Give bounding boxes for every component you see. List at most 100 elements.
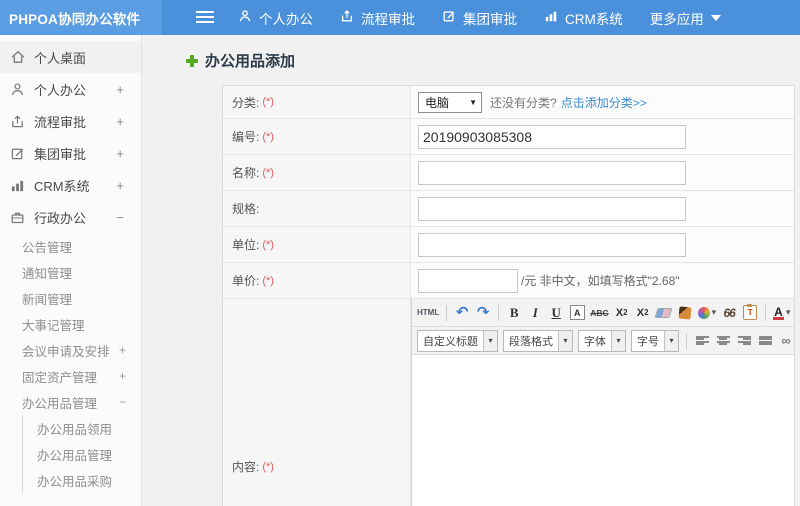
bold-icon[interactable]: B [506, 304, 522, 322]
category-select[interactable]: 电脑 ▼ [418, 91, 482, 113]
price-suffix: /元 非中文，如填写格式"2.68" [521, 274, 680, 288]
form-row-spec: 规格: [223, 191, 794, 227]
align-left-icon[interactable] [694, 332, 710, 350]
sidebar-subitem-label: 通知管理 [22, 266, 73, 281]
sidebar-subsubitem-label: 办公用品管理 [37, 448, 113, 463]
sidebar-item-desktop[interactable]: 个人桌面 [0, 41, 141, 73]
expand-sign: − [116, 209, 124, 225]
font-box-icon[interactable]: A [569, 304, 585, 322]
sidebar-subitem-label: 大事记管理 [22, 318, 85, 333]
superscript-icon[interactable]: X2 [614, 304, 630, 322]
price-input[interactable] [418, 268, 518, 293]
field-value-unit [411, 227, 794, 262]
align-center-icon[interactable] [715, 332, 731, 350]
italic-icon[interactable]: I [527, 304, 543, 322]
hamburger-icon[interactable] [196, 16, 214, 18]
html-source-button[interactable]: HTML [417, 304, 439, 322]
label-text: 名称: [232, 166, 260, 180]
sidebar-subitem-label: 会议申请及安排 [22, 344, 110, 359]
custom-title-dropdown[interactable]: 自定义标题 ▾ [417, 329, 498, 352]
field-label-spec: 规格: [223, 191, 411, 226]
top-bar: PHPOA协同办公软件 个人办公 流程审批 集团审批 CRM系统 更多应用 [0, 0, 800, 35]
sidebar-subitem-label: 新闻管理 [22, 292, 73, 307]
field-label-name: 名称: (*) [223, 155, 411, 190]
caret-down-icon: ▾ [711, 307, 717, 317]
caret-down-icon: ▾ [785, 307, 791, 317]
expand-sign: + [118, 369, 126, 383]
font-size-dropdown[interactable]: 字号 ▾ [631, 329, 679, 352]
label-text: 分类: [232, 95, 260, 110]
name-input[interactable] [418, 160, 686, 185]
sidebar-item-workflow-approval[interactable]: 流程审批 + [0, 105, 141, 137]
strikethrough-icon[interactable]: ABC [590, 304, 608, 322]
blockquote-icon[interactable]: 66 [721, 304, 737, 322]
sidebar-subitem-office-supplies[interactable]: 办公用品管理 − [0, 389, 141, 415]
paste-as-text-icon[interactable]: T [742, 304, 758, 322]
nav-more-apps[interactable]: 更多应用 [650, 8, 721, 28]
sidebar-subitem-notice[interactable]: 通知管理 [0, 259, 141, 285]
form-row-price: 单价: (*) /元 非中文，如填写格式"2.68" [223, 263, 794, 299]
form-row-content: 内容: (*) HTML ↶ ↷ B I U A ABC X 2 X 2 ▾ 6… [223, 299, 794, 506]
sidebar-subitem-label: 办公用品管理 [22, 396, 98, 411]
caret-down-icon: ▾ [611, 330, 625, 351]
nav-personal-office[interactable]: 个人办公 [238, 8, 313, 28]
sidebar-item-group-approval[interactable]: 集团审批 + [0, 137, 141, 169]
nav-workflow-approval[interactable]: 流程审批 [340, 8, 415, 28]
workflow-icon [340, 9, 354, 26]
editor-toolbar-row1: HTML ↶ ↷ B I U A ABC X2 X2 ▾ 66 T A ▾ [412, 299, 794, 327]
main-content: 办公用品添加 分类: (*) 电脑 ▼ 还没有分类? 点击添加分类>> 编号: … [142, 35, 800, 506]
sidebar-subitem-news[interactable]: 新闻管理 [0, 285, 141, 311]
remove-format-eraser-icon[interactable] [654, 304, 673, 322]
paint-color-icon[interactable]: ▾ [697, 304, 717, 322]
sidebar-item-personal-office[interactable]: 个人办公 + [0, 73, 141, 105]
expand-sign: + [116, 113, 124, 129]
format-painter-brush-icon[interactable] [677, 304, 693, 322]
undo-icon[interactable]: ↶ [454, 304, 470, 322]
field-label-content: 内容: (*) [223, 299, 411, 506]
spec-input[interactable] [418, 196, 686, 221]
font-family-dropdown[interactable]: 字体 ▾ [578, 329, 626, 352]
sidebar-subsubitem-supplies-claim[interactable]: 办公用品领用 [23, 415, 141, 441]
subscript-icon[interactable]: X2 [635, 304, 651, 322]
sidebar-subsubitem-supplies-manage[interactable]: 办公用品管理 [23, 441, 141, 467]
sidebar-item-label: 个人办公 [34, 82, 87, 98]
sidebar-subitem-fixed-assets[interactable]: 固定资产管理 + [0, 363, 141, 389]
font-color-icon[interactable]: A ▾ [773, 304, 790, 322]
label-text: 单位: [232, 238, 260, 252]
field-label-code: 编号: (*) [223, 119, 411, 154]
paragraph-format-dropdown[interactable]: 段落格式 ▾ [503, 329, 573, 352]
select-value: 电脑 [425, 95, 450, 110]
toolbar-separator [686, 332, 687, 349]
align-justify-icon[interactable] [757, 332, 773, 350]
label-text: 编号: [232, 130, 260, 144]
redo-icon[interactable]: ↷ [475, 304, 491, 322]
field-value-price: /元 非中文，如填写格式"2.68" [411, 263, 794, 298]
sidebar-item-label: CRM系统 [34, 178, 90, 194]
field-value-category: 电脑 ▼ 还没有分类? 点击添加分类>> [411, 86, 794, 118]
form-row-category: 分类: (*) 电脑 ▼ 还没有分类? 点击添加分类>> [223, 86, 794, 119]
field-value-spec [411, 191, 794, 226]
nav-group-approval[interactable]: 集团审批 [442, 8, 517, 28]
nav-crm-system[interactable]: CRM系统 [544, 8, 623, 28]
sidebar-item-admin-office[interactable]: 行政办公 − [0, 201, 141, 233]
page-title-row: 办公用品添加 [186, 50, 295, 71]
sidebar-subitem-events[interactable]: 大事记管理 [0, 311, 141, 337]
app-logo[interactable]: PHPOA协同办公软件 [0, 0, 162, 35]
required-marker: (*) [262, 96, 274, 108]
unit-input[interactable] [418, 232, 686, 257]
add-category-link[interactable]: 点击添加分类>> [561, 94, 647, 111]
link-icon[interactable]: ∞ [778, 332, 794, 350]
sidebar-subitem-announcement[interactable]: 公告管理 [0, 233, 141, 259]
editor-content-area[interactable] [412, 355, 794, 506]
form-row-code: 编号: (*) [223, 119, 794, 155]
sidebar-subsubitem-supplies-purchase[interactable]: 办公用品采购 [23, 467, 141, 493]
toolbar-separator [446, 304, 448, 321]
required-marker: (*) [262, 130, 274, 143]
code-input[interactable] [418, 124, 686, 149]
expand-sign: + [116, 145, 124, 161]
sidebar-subitem-meeting[interactable]: 会议申请及安排 + [0, 337, 141, 363]
sidebar-item-crm-system[interactable]: CRM系统 + [0, 169, 141, 201]
sidebar: 个人桌面 个人办公 + 流程审批 + 集团审批 + CRM系统 + 行政办公 − [0, 35, 142, 506]
align-right-icon[interactable] [736, 332, 752, 350]
underline-icon[interactable]: U [548, 304, 564, 322]
